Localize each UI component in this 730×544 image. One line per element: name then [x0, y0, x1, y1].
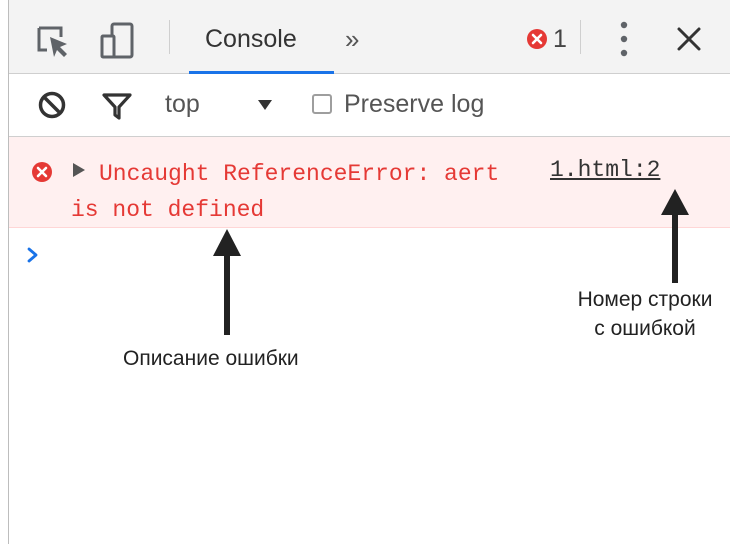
console-filter-bar: top Preserve log — [9, 74, 730, 137]
clear-console-icon[interactable] — [37, 90, 67, 120]
source-location-link[interactable]: 1.html:2 — [550, 157, 660, 183]
preserve-log-option[interactable]: Preserve log — [312, 90, 532, 120]
arrow-to-error-description — [213, 229, 241, 335]
annotation-line-number-1: Номер строки — [577, 288, 713, 311]
error-message-text: Uncaught ReferenceError: aert is not def… — [71, 161, 514, 223]
dropdown-arrow-icon — [258, 100, 272, 110]
more-tabs-button[interactable]: » — [345, 24, 359, 55]
device-toolbar-icon[interactable] — [100, 22, 136, 60]
close-icon[interactable] — [676, 26, 702, 52]
inspect-element-icon[interactable] — [36, 24, 72, 60]
filter-icon[interactable] — [101, 91, 133, 121]
annotation-error-description: Описание ошибки — [123, 347, 299, 370]
error-count: 1 — [553, 25, 567, 53]
context-value: top — [165, 90, 200, 118]
annotation-line-number: Номер строки с ошибкой — [545, 285, 730, 343]
devtools-toolbar: Console » 1 — [9, 0, 730, 74]
preserve-log-checkbox[interactable] — [312, 94, 332, 114]
console-error-message: Uncaught ReferenceError: aert is not def… — [9, 137, 730, 228]
kebab-menu-icon[interactable] — [614, 20, 634, 58]
error-icon — [527, 29, 547, 49]
toolbar-divider — [169, 20, 170, 54]
toolbar-divider — [580, 20, 581, 54]
annotation-line-number-2: с ошибкой — [594, 317, 696, 340]
console-prompt-icon[interactable] — [26, 247, 40, 263]
error-icon — [32, 162, 52, 182]
tab-console-label: Console — [205, 25, 297, 53]
tab-console[interactable]: Console — [187, 0, 334, 74]
preserve-log-label: Preserve log — [344, 90, 485, 118]
